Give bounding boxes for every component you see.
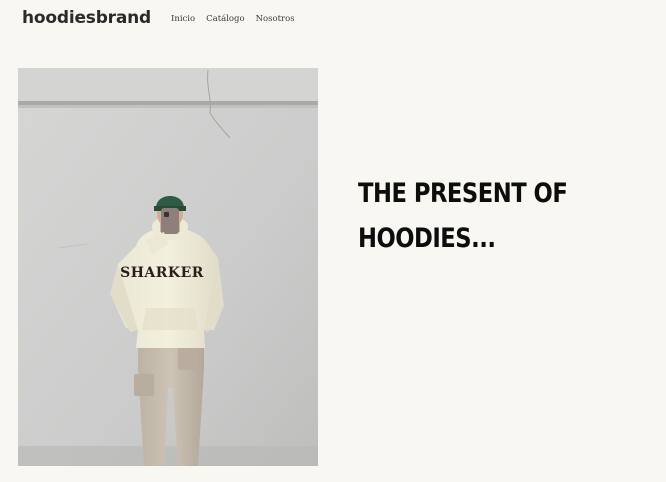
hero-headline: THE PRESENT OF HOODIES... [358, 171, 576, 261]
nav-item-nosotros[interactable]: Nosotros [256, 14, 295, 24]
hero-photo: SHARKER [18, 68, 318, 466]
nav-item-catalogo[interactable]: Catálogo [206, 14, 244, 24]
hero-headline-line-1: THE PRESENT OF [358, 178, 568, 209]
hoodie-print: SHARKER [120, 265, 204, 281]
nav-item-inicio[interactable]: Inicio [171, 14, 195, 24]
main-nav: Inicio Catálogo Nosotros [171, 14, 295, 24]
hero-headline-line-2: HOODIES... [358, 223, 496, 254]
brand-logo[interactable]: hoodiesbrand [22, 8, 151, 28]
